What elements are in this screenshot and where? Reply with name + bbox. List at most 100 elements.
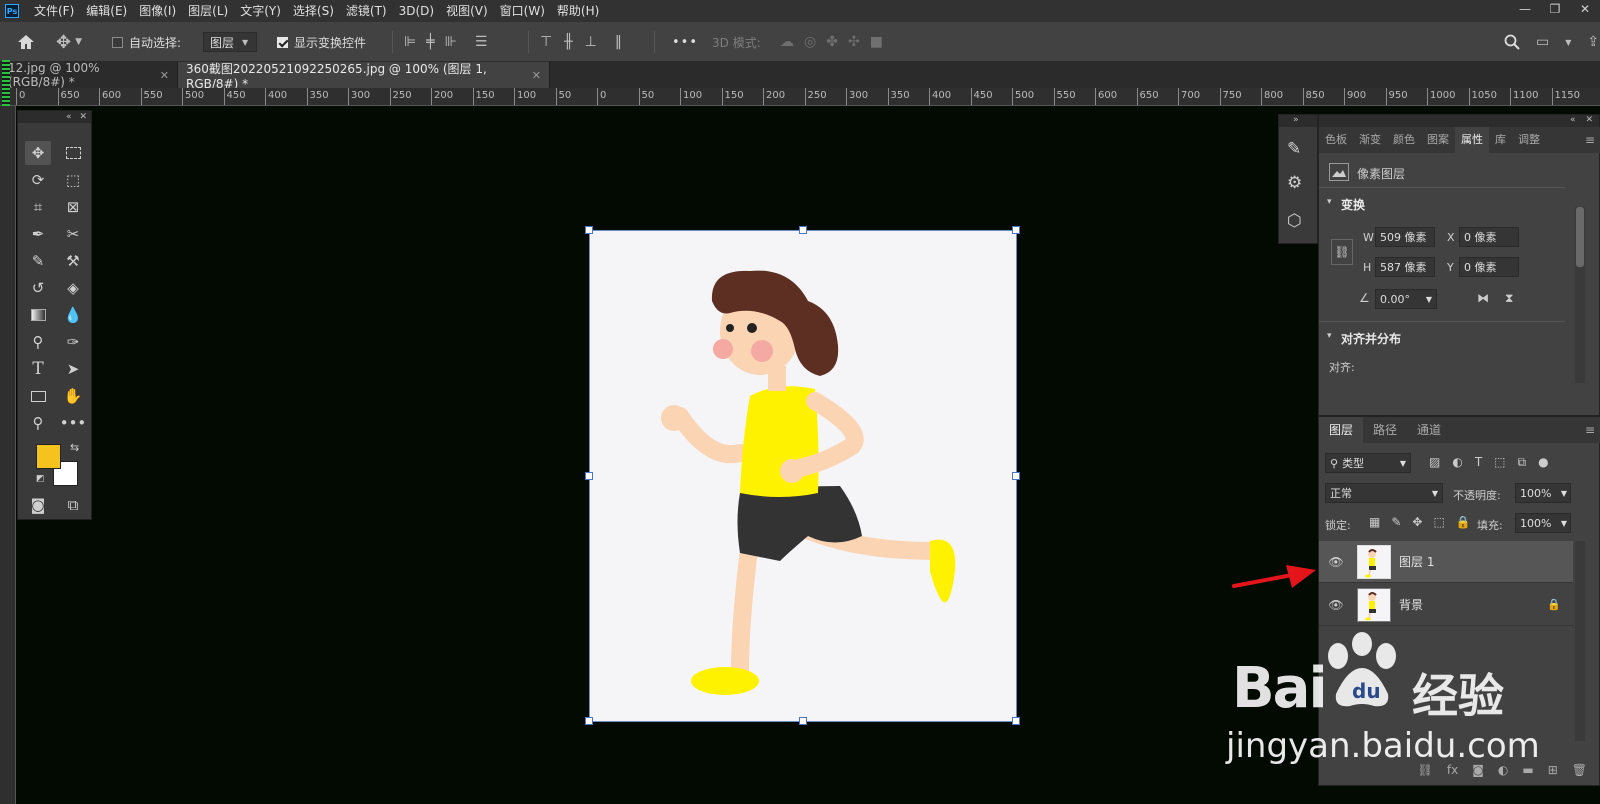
dodge-tool[interactable]: ⚲ bbox=[25, 330, 51, 354]
menu-type[interactable]: 文字(Y) bbox=[234, 0, 287, 22]
tab-libraries[interactable]: 库 bbox=[1489, 127, 1512, 153]
history-brush-tool[interactable]: ↺ bbox=[25, 276, 51, 300]
search-icon[interactable] bbox=[1504, 34, 1520, 50]
chevron-down-icon[interactable]: ▾ bbox=[1327, 197, 1332, 207]
blur-tool[interactable]: 💧 bbox=[60, 303, 86, 327]
auto-select-checkbox[interactable] bbox=[112, 36, 123, 48]
collapse-icon[interactable]: « bbox=[1570, 115, 1576, 127]
transform-handle-right[interactable] bbox=[1012, 472, 1020, 480]
fill-field[interactable]: 100% ▼ bbox=[1515, 513, 1571, 533]
show-transform-toggle[interactable]: 显示变换控件 bbox=[277, 22, 366, 62]
distribute-v-icon[interactable]: ‖ bbox=[615, 34, 622, 50]
scrollbar-thumb[interactable] bbox=[1576, 207, 1584, 267]
link-dimensions-button[interactable]: ⛓ bbox=[1331, 239, 1353, 265]
distribute-icon[interactable]: ☰ bbox=[475, 34, 488, 50]
chevron-down-icon[interactable]: ▼ bbox=[1565, 38, 1571, 47]
layer-row-layer1[interactable]: 👁 图层 1 bbox=[1319, 541, 1573, 583]
align-left-icon[interactable]: ⊫ bbox=[404, 34, 416, 50]
healing-tool[interactable]: ✂ bbox=[60, 222, 86, 246]
menu-filter[interactable]: 滤镜(T) bbox=[340, 0, 393, 22]
menu-layer[interactable]: 图层(L) bbox=[182, 0, 234, 22]
filter-type-icon[interactable]: T bbox=[1475, 455, 1482, 470]
screen-mode-button[interactable]: ⧉ bbox=[60, 493, 86, 517]
align-middle-v-icon[interactable]: ╫ bbox=[564, 34, 572, 50]
horizontal-ruler[interactable]: 0 650 600 550 500 450 400 350 300 250 200 150 100 50 0… bbox=[0, 88, 1600, 106]
more-options-button[interactable]: ••• bbox=[672, 35, 698, 50]
close-tab-icon[interactable]: ✕ bbox=[532, 69, 541, 82]
transform-handle-left[interactable] bbox=[585, 472, 593, 480]
height-field[interactable]: 587 像素 bbox=[1375, 257, 1435, 277]
menu-3d[interactable]: 3D(D) bbox=[393, 0, 440, 22]
tab-properties[interactable]: 属性 bbox=[1455, 127, 1489, 153]
move-tool[interactable]: ✥ bbox=[25, 141, 51, 165]
document-canvas[interactable] bbox=[585, 226, 1020, 725]
3d-pan-icon[interactable]: ✤ bbox=[826, 34, 838, 50]
lasso-tool[interactable]: ⟳ bbox=[25, 168, 51, 192]
eyedropper-tool[interactable]: ✒ bbox=[25, 222, 51, 246]
layer-mask-icon[interactable]: ◙ bbox=[1472, 763, 1484, 777]
lock-transparency-icon[interactable]: ▦ bbox=[1369, 515, 1380, 529]
filter-adjustment-icon[interactable]: ◐ bbox=[1452, 455, 1462, 470]
x-field[interactable]: 0 像素 bbox=[1459, 227, 1519, 247]
tab-channels[interactable]: 通道 bbox=[1407, 417, 1451, 443]
tab-document-2[interactable]: 360截图20220521092250265.jpg @ 100% (图层 1,… bbox=[178, 62, 550, 91]
default-colors-icon[interactable]: ◩ bbox=[36, 474, 45, 484]
tab-swatches[interactable]: 色板 bbox=[1319, 127, 1353, 153]
object-select-tool[interactable]: ⬚ bbox=[60, 168, 86, 192]
crop-tool[interactable]: ⌗ bbox=[25, 195, 51, 219]
transform-handle-bottom-right[interactable] bbox=[1012, 717, 1020, 725]
filter-shape-icon[interactable]: ⬚ bbox=[1494, 455, 1505, 470]
transform-handle-bottom[interactable] bbox=[799, 717, 807, 725]
collapse-icon[interactable]: « bbox=[66, 112, 72, 122]
close-icon[interactable]: ✕ bbox=[1585, 115, 1593, 127]
y-field[interactable]: 0 像素 bbox=[1459, 257, 1519, 277]
tab-patterns[interactable]: 图案 bbox=[1421, 127, 1455, 153]
brush-settings-icon[interactable]: ✎ bbox=[1287, 139, 1301, 159]
lock-all-icon[interactable]: 🔒 bbox=[1456, 515, 1471, 529]
rectangle-tool[interactable] bbox=[25, 384, 51, 408]
lock-icon[interactable]: 🔒 bbox=[1547, 598, 1561, 611]
transform-handle-top[interactable] bbox=[799, 226, 807, 234]
share-icon[interactable]: ⇪ bbox=[1587, 34, 1599, 50]
pen-tool[interactable]: ✑ bbox=[60, 330, 86, 354]
3d-orbit-icon[interactable]: ☁ bbox=[780, 34, 794, 50]
width-field[interactable]: 509 像素 bbox=[1375, 227, 1435, 247]
stamp-tool[interactable]: ⚒ bbox=[60, 249, 86, 273]
layer-name[interactable]: 图层 1 bbox=[1399, 553, 1434, 570]
vertical-ruler[interactable] bbox=[0, 60, 16, 804]
angle-field[interactable]: 0.00° ▼ bbox=[1375, 289, 1437, 309]
tab-gradients[interactable]: 渐变 bbox=[1353, 127, 1387, 153]
zoom-tool[interactable]: ⚲ bbox=[25, 411, 51, 435]
tab-layers[interactable]: 图层 bbox=[1319, 417, 1364, 443]
tab-paths[interactable]: 路径 bbox=[1363, 417, 1407, 443]
opacity-field[interactable]: 100% ▼ bbox=[1515, 483, 1571, 503]
eye-icon[interactable]: 👁 bbox=[1325, 555, 1347, 569]
gradient-tool[interactable] bbox=[25, 303, 51, 327]
menu-edit[interactable]: 编辑(E) bbox=[80, 0, 133, 22]
menu-window[interactable]: 窗口(W) bbox=[494, 0, 551, 22]
show-transform-checkbox[interactable] bbox=[277, 36, 288, 48]
align-right-icon[interactable]: ⊪ bbox=[445, 34, 457, 50]
flip-vertical-icon[interactable]: ⧗ bbox=[1505, 291, 1513, 306]
transform-handle-bottom-left[interactable] bbox=[585, 717, 593, 725]
menu-image[interactable]: 图像(I) bbox=[133, 0, 182, 22]
filter-kind-dropdown[interactable]: ⚲ 类型 ▼ bbox=[1325, 453, 1411, 473]
align-bottom-icon[interactable]: ⊥ bbox=[585, 34, 597, 50]
properties-scrollbar[interactable] bbox=[1575, 207, 1585, 383]
marquee-tool[interactable] bbox=[60, 141, 86, 165]
eye-icon[interactable]: 👁 bbox=[1325, 598, 1347, 612]
brush-tool[interactable]: ✎ bbox=[25, 249, 51, 273]
swap-colors-icon[interactable]: ⇆ bbox=[70, 441, 79, 454]
3d-panel-icon[interactable]: ⬡ bbox=[1287, 211, 1302, 231]
delete-layer-icon[interactable]: 🗑 bbox=[1572, 763, 1587, 777]
type-tool[interactable]: T bbox=[25, 357, 51, 381]
new-layer-icon[interactable]: ⊞ bbox=[1548, 763, 1558, 777]
new-group-icon[interactable]: ▬ bbox=[1522, 763, 1533, 777]
panel-menu-icon[interactable]: ≡ bbox=[1585, 417, 1600, 443]
layers-scrollbar[interactable] bbox=[1575, 541, 1585, 741]
adjustment-layer-icon[interactable]: ◐ bbox=[1498, 763, 1508, 777]
path-select-tool[interactable]: ➤ bbox=[60, 357, 86, 381]
layer-row-background[interactable]: 👁 背景 🔒 bbox=[1319, 584, 1573, 626]
lock-pixels-icon[interactable]: ✎ bbox=[1391, 515, 1401, 529]
restore-button[interactable]: ❐ bbox=[1540, 0, 1570, 18]
